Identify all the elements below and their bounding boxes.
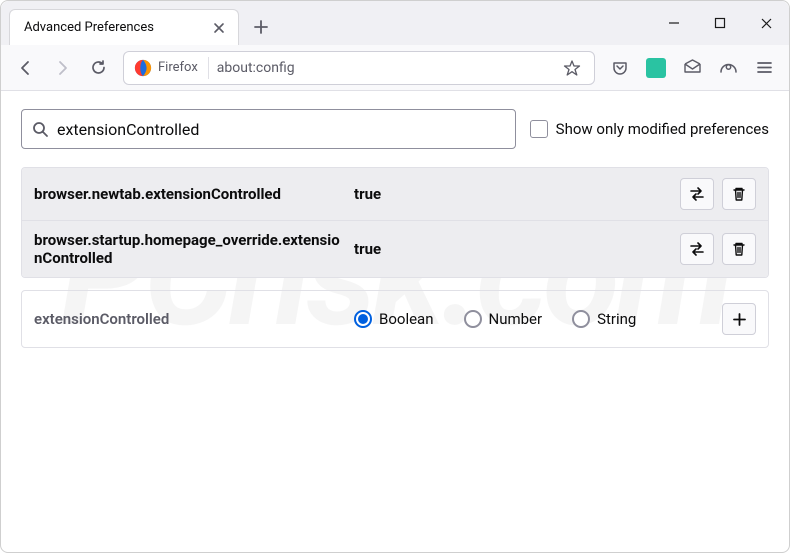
url-text: about:config bbox=[217, 60, 558, 76]
new-pref-name: extensionControlled bbox=[34, 310, 354, 328]
navigation-toolbar: Firefox about:config bbox=[1, 45, 789, 91]
identity-label: Firefox bbox=[158, 60, 198, 75]
radio-icon bbox=[572, 310, 590, 328]
new-tab-button[interactable] bbox=[245, 11, 277, 43]
delete-button[interactable] bbox=[722, 233, 756, 265]
pref-value: true bbox=[354, 185, 680, 203]
pref-value: true bbox=[354, 240, 680, 258]
preferences-table: browser.newtab.extensionControlled true … bbox=[21, 167, 769, 278]
toggle-button[interactable] bbox=[680, 178, 714, 210]
toggle-button[interactable] bbox=[680, 233, 714, 265]
search-box bbox=[21, 109, 516, 149]
browser-tab[interactable]: Advanced Preferences bbox=[9, 9, 239, 45]
tab-title: Advanced Preferences bbox=[24, 20, 210, 35]
window-controls bbox=[651, 1, 789, 45]
close-window-button[interactable] bbox=[743, 1, 789, 45]
pocket-button[interactable] bbox=[603, 51, 637, 85]
reload-button[interactable] bbox=[81, 51, 115, 85]
maximize-button[interactable] bbox=[697, 1, 743, 45]
minimize-button[interactable] bbox=[651, 1, 697, 45]
pref-name: browser.newtab.extensionControlled bbox=[34, 185, 354, 203]
radio-icon bbox=[464, 310, 482, 328]
search-input[interactable] bbox=[57, 120, 505, 139]
bookmark-star-button[interactable] bbox=[558, 54, 586, 82]
pref-name: browser.startup.homepage_override.extens… bbox=[34, 231, 354, 267]
titlebar: Advanced Preferences bbox=[1, 1, 789, 45]
search-icon bbox=[32, 121, 49, 138]
checkbox-icon bbox=[530, 120, 548, 138]
radio-string[interactable]: String bbox=[572, 310, 636, 328]
extension-button[interactable] bbox=[639, 51, 673, 85]
pref-row[interactable]: browser.newtab.extensionControlled true bbox=[22, 168, 768, 220]
about-config-content: Show only modified preferences browser.n… bbox=[1, 91, 789, 366]
show-modified-checkbox[interactable]: Show only modified preferences bbox=[530, 120, 769, 138]
delete-button[interactable] bbox=[722, 178, 756, 210]
pref-row[interactable]: browser.startup.homepage_override.extens… bbox=[22, 220, 768, 277]
app-menu-button[interactable] bbox=[747, 51, 781, 85]
radio-number[interactable]: Number bbox=[464, 310, 543, 328]
back-button[interactable] bbox=[9, 51, 43, 85]
radio-icon bbox=[354, 310, 372, 328]
new-preference-row: extensionControlled Boolean Number Strin… bbox=[21, 290, 769, 348]
show-modified-label: Show only modified preferences bbox=[556, 120, 769, 138]
forward-button[interactable] bbox=[45, 51, 79, 85]
close-tab-button[interactable] bbox=[210, 19, 228, 37]
identity-box[interactable]: Firefox bbox=[128, 57, 209, 79]
type-radio-group: Boolean Number String bbox=[354, 310, 722, 328]
add-button[interactable] bbox=[722, 303, 756, 335]
account-button[interactable] bbox=[711, 51, 745, 85]
radio-boolean[interactable]: Boolean bbox=[354, 310, 434, 328]
url-bar[interactable]: Firefox about:config bbox=[123, 51, 595, 85]
inbox-button[interactable] bbox=[675, 51, 709, 85]
firefox-icon bbox=[134, 59, 152, 77]
